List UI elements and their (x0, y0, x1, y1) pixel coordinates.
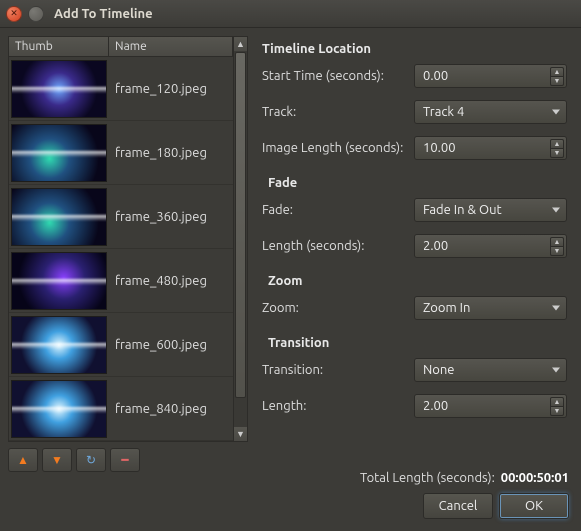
thumbnail-image (11, 252, 107, 310)
thumbnail-image (11, 60, 107, 118)
file-name: frame_360.jpeg (109, 210, 207, 224)
scroll-up-icon[interactable]: ▲ (234, 37, 247, 51)
section-zoom: Zoom (268, 274, 567, 288)
track-dropdown[interactable]: Track 4 (414, 100, 567, 124)
transition-value: None (423, 363, 455, 377)
file-name: frame_180.jpeg (109, 146, 207, 160)
zoom-value: Zoom In (423, 301, 470, 315)
vertical-scrollbar[interactable]: ▲ ▼ (233, 37, 247, 441)
chevron-down-icon (552, 110, 560, 115)
file-name: frame_480.jpeg (109, 274, 207, 288)
list-item[interactable]: frame_600.jpeg (9, 313, 233, 377)
zoom-dropdown[interactable]: Zoom In (414, 296, 567, 320)
label-transition-length: Length: (258, 399, 414, 413)
chevron-down-icon (552, 368, 560, 373)
start-time-spinner[interactable]: 0.00 ▲▼ (414, 64, 567, 88)
window-title: Add To Timeline (54, 7, 153, 21)
label-transition: Transition: (258, 363, 414, 377)
label-zoom: Zoom: (258, 301, 414, 315)
list-item[interactable]: frame_120.jpeg (9, 57, 233, 121)
scroll-thumb[interactable] (235, 52, 246, 398)
list-header: Thumb Name (9, 37, 233, 57)
titlebar: ✕ Add To Timeline (0, 0, 581, 28)
spin-down-icon[interactable]: ▼ (550, 406, 564, 416)
window-close-button[interactable]: ✕ (6, 6, 22, 22)
fade-length-value: 2.00 (423, 239, 448, 253)
label-fade-length: Length (seconds): (258, 239, 414, 253)
image-length-value: 10.00 (423, 141, 456, 155)
list-item[interactable]: frame_840.jpeg (9, 377, 233, 441)
section-fade: Fade (268, 176, 567, 190)
thumbnail-image (11, 124, 107, 182)
label-image-length: Image Length (seconds): (258, 141, 414, 155)
fade-length-spinner[interactable]: 2.00 ▲▼ (414, 234, 567, 258)
column-name[interactable]: Name (109, 37, 233, 56)
start-time-value: 0.00 (423, 69, 448, 83)
file-list[interactable]: Thumb Name frame_120.jpeg frame_180.jpeg… (8, 36, 248, 442)
fade-dropdown[interactable]: Fade In & Out (414, 198, 567, 222)
file-name: frame_120.jpeg (109, 82, 207, 96)
thumbnail-image (11, 316, 107, 374)
file-name: frame_600.jpeg (109, 338, 207, 352)
spin-down-icon[interactable]: ▼ (550, 76, 564, 86)
list-item[interactable]: frame_360.jpeg (9, 185, 233, 249)
thumbnail-image (11, 188, 107, 246)
total-length-line: Total Length (seconds): 00:00:50:01 (12, 471, 569, 485)
list-item[interactable]: frame_180.jpeg (9, 121, 233, 185)
list-item[interactable]: frame_480.jpeg (9, 249, 233, 313)
label-start-time: Start Time (seconds): (258, 69, 414, 83)
spin-up-icon[interactable]: ▲ (550, 139, 564, 148)
track-value: Track 4 (423, 105, 464, 119)
section-timeline-location: Timeline Location (262, 42, 567, 56)
spin-down-icon[interactable]: ▼ (550, 148, 564, 158)
fade-value: Fade In & Out (423, 203, 502, 217)
ok-button[interactable]: OK (499, 493, 569, 519)
column-thumb[interactable]: Thumb (9, 37, 109, 56)
window-minimize-button[interactable] (28, 6, 44, 22)
label-fade: Fade: (258, 203, 414, 217)
transition-dropdown[interactable]: None (414, 358, 567, 382)
thumbnail-image (11, 380, 107, 438)
label-track: Track: (258, 105, 414, 119)
chevron-down-icon (552, 306, 560, 311)
spin-up-icon[interactable]: ▲ (550, 237, 564, 246)
spin-up-icon[interactable]: ▲ (550, 67, 564, 76)
transition-length-spinner[interactable]: 2.00 ▲▼ (414, 394, 567, 418)
scroll-down-icon[interactable]: ▼ (234, 427, 247, 441)
total-length-value: 00:00:50:01 (501, 471, 569, 485)
chevron-down-icon (552, 208, 560, 213)
cancel-button[interactable]: Cancel (423, 493, 493, 519)
section-transition: Transition (268, 336, 567, 350)
spin-down-icon[interactable]: ▼ (550, 246, 564, 256)
file-name: frame_840.jpeg (109, 402, 207, 416)
image-length-spinner[interactable]: 10.00 ▲▼ (414, 136, 567, 160)
spin-up-icon[interactable]: ▲ (550, 397, 564, 406)
total-length-label: Total Length (seconds): (360, 471, 495, 485)
transition-length-value: 2.00 (423, 399, 448, 413)
